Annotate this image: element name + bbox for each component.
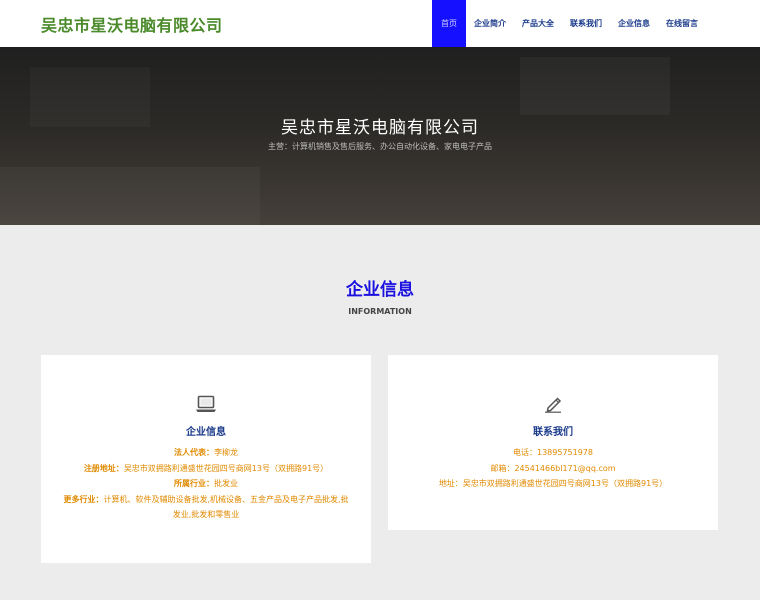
hero-background-shape xyxy=(520,57,670,115)
nav-contact[interactable]: 联系我们 xyxy=(562,0,610,47)
industry-value: 批发业 xyxy=(214,479,238,488)
company-info-card: 企业信息 法人代表：李柳龙 注册地址：吴忠市双拥路利通盛世花园四号商网13号（双… xyxy=(41,355,371,563)
site-header: 吴忠市星沃电脑有限公司 首页 企业简介 产品大全 联系我们 企业信息 在线留言 xyxy=(0,0,760,47)
hero-banner: 吴忠市星沃电脑有限公司 主营：计算机销售及售后服务、办公自动化设备、家电电子产品 xyxy=(0,47,760,225)
contact-lines: 电话：13895751978 邮箱：24541466bl171@qq.com 地… xyxy=(408,445,698,492)
more-industry-label: 更多行业： xyxy=(63,494,104,504)
contact-card: 联系我们 电话：13895751978 邮箱：24541466bl171@qq.… xyxy=(388,355,718,530)
legal-rep-value: 李柳龙 xyxy=(214,448,238,457)
more-industry-value: 计算机、软件及辅助设备批发,机械设备、五金产品及电子产品批发,批发业,批发和零售… xyxy=(103,494,349,520)
hero-subtitle: 主营：计算机销售及售后服务、办公自动化设备、家电电子产品 xyxy=(268,142,492,151)
more-industry-line: 更多行业：计算机、软件及辅助设备批发,机械设备、五金产品及电子产品批发,批发业,… xyxy=(61,492,351,523)
reg-address-value: 吴忠市双拥路利通盛世花园四号商网13号（双拥路91号） xyxy=(123,463,329,473)
main-nav: 首页 企业简介 产品大全 联系我们 企业信息 在线留言 xyxy=(432,0,706,47)
contact-title: 联系我们 xyxy=(533,427,573,438)
reg-address-label: 注册地址： xyxy=(83,463,124,473)
nav-about[interactable]: 企业简介 xyxy=(466,0,514,47)
site-logo[interactable]: 吴忠市星沃电脑有限公司 xyxy=(41,12,223,36)
hero-title: 吴忠市星沃电脑有限公司 xyxy=(281,118,479,138)
nav-message[interactable]: 在线留言 xyxy=(658,0,706,47)
hero-background-shape xyxy=(0,167,260,225)
company-info-lines: 法人代表：李柳龙 注册地址：吴忠市双拥路利通盛世花园四号商网13号（双拥路91号… xyxy=(61,445,351,523)
nav-home[interactable]: 首页 xyxy=(432,0,466,47)
industry-line: 所属行业：批发业 xyxy=(61,476,351,492)
nav-company-info[interactable]: 企业信息 xyxy=(610,0,658,47)
nav-products[interactable]: 产品大全 xyxy=(514,0,562,47)
section-title: 企业信息 xyxy=(346,280,414,300)
legal-rep-line: 法人代表：李柳龙 xyxy=(61,445,351,461)
pencil-icon xyxy=(545,397,562,413)
contact-email[interactable]: 邮箱：24541466bl171@qq.com xyxy=(408,461,698,477)
reg-address-line: 注册地址：吴忠市双拥路利通盛世花园四号商网13号（双拥路91号） xyxy=(61,461,351,477)
contact-phone[interactable]: 电话：13895751978 xyxy=(408,445,698,461)
laptop-icon xyxy=(196,395,216,412)
industry-label: 所属行业： xyxy=(174,479,214,488)
legal-rep-label: 法人代表： xyxy=(174,448,214,457)
contact-address: 地址：吴忠市双拥路利通盛世花园四号商网13号（双拥路91号） xyxy=(438,479,668,488)
company-info-title: 企业信息 xyxy=(186,427,226,438)
section-subtitle: INFORMATION xyxy=(348,307,412,316)
